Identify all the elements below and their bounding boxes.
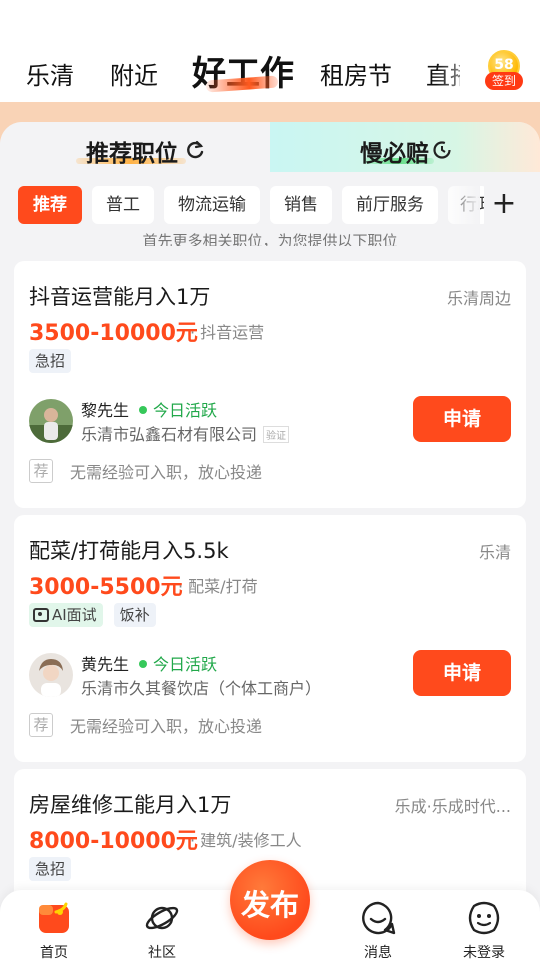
- publish-label: 发布: [240, 888, 299, 922]
- chat-icon: [362, 901, 396, 935]
- nav-messages[interactable]: 消息: [338, 890, 418, 960]
- nav-home[interactable]: 首页: [14, 890, 94, 960]
- segment-recommended-label: 推荐职位: [86, 141, 178, 167]
- nav-messages-label: 消息: [364, 945, 392, 960]
- chip-front-service[interactable]: 前厅服务: [342, 186, 438, 224]
- chip-recommended[interactable]: 推荐: [18, 186, 82, 224]
- job-card[interactable]: 配菜/打荷能月入5.5k 乐清 3000-5500元 · 配菜/打荷 AI面试 …: [14, 515, 526, 762]
- apply-button[interactable]: 申请: [413, 396, 511, 442]
- job-title: 配菜/打荷能月入5.5k: [29, 539, 229, 563]
- job-category: · 建筑/装修工人: [190, 831, 302, 850]
- planet-icon: [145, 906, 179, 930]
- profile-icon: [468, 901, 500, 935]
- nav-profile[interactable]: 未登录: [444, 890, 524, 960]
- tag-meal-allowance: 饭补: [113, 603, 156, 627]
- verify-badge: 验证: [263, 426, 290, 443]
- active-status: 今日活跃: [153, 655, 218, 674]
- signin-badge: 签到: [485, 72, 523, 90]
- contact-name: 黎先生: [81, 401, 130, 420]
- segment-control: 推荐职位 慢必赔: [0, 122, 540, 172]
- tag-ai-interview: AI面试: [29, 603, 103, 627]
- chip-logistics[interactable]: 物流运输: [164, 186, 260, 224]
- recommend-text: 无需经验可入职，放心投递: [70, 463, 263, 482]
- job-category: · 抖音运营: [190, 323, 265, 342]
- active-status: 今日活跃: [153, 401, 218, 420]
- recommend-icon: 荐: [29, 459, 53, 483]
- job-card[interactable]: 抖音运营能月入1万 乐清周边 3500-10000元 · 抖音运营 急招 黎先生…: [14, 261, 526, 508]
- tab-rental-festival[interactable]: 租房节: [320, 56, 392, 91]
- job-salary: 8000-10000元: [29, 829, 198, 854]
- tab-yueqing[interactable]: 乐清: [26, 56, 74, 91]
- nav-profile-label: 未登录: [463, 945, 505, 960]
- refresh-icon: [187, 140, 204, 159]
- tab-nearby[interactable]: 附近: [110, 56, 158, 91]
- category-chips: 推荐 普工 物流运输 销售 前厅服务 行政 +: [0, 184, 540, 228]
- job-title: 抖音运营能月入1万: [29, 285, 211, 309]
- recommend-text: 无需经验可入职，放心投递: [70, 717, 263, 736]
- job-location: 乐清周边: [446, 289, 511, 308]
- job-location: 乐清: [478, 543, 511, 562]
- recommend-icon: 荐: [29, 713, 53, 737]
- add-category-button[interactable]: +: [484, 186, 524, 224]
- job-salary: 3500-10000元: [29, 321, 198, 346]
- ai-interview-icon: [33, 608, 49, 622]
- top-header: 乐清 附近 好工作 租房节 直播 58 签到: [0, 0, 540, 102]
- chip-general-worker[interactable]: 普工: [92, 186, 154, 224]
- job-category: · 配菜/打荷: [178, 577, 258, 596]
- chip-sales[interactable]: 销售: [270, 186, 332, 224]
- job-tags: 急招: [29, 857, 77, 883]
- contact-line: 黄先生 今日活跃: [81, 651, 217, 675]
- contact-name: 黄先生: [81, 655, 130, 674]
- tag-urgent: 急招: [29, 349, 72, 373]
- active-dot-icon: [139, 406, 148, 414]
- hint-text: 首先更多相关职位，为您提供以下职位: [142, 232, 398, 246]
- company-name: 乐清市久其餐饮店（个体工商户）: [81, 679, 322, 698]
- nav-home-label: 首页: [40, 945, 68, 960]
- job-tags: 急招: [29, 349, 77, 375]
- job-tags: AI面试 饭补: [29, 603, 162, 629]
- active-dot-icon: [139, 660, 148, 668]
- company-name: 乐清市弘鑫石材有限公司: [81, 425, 258, 444]
- apply-button[interactable]: 申请: [413, 650, 511, 696]
- company-line: 乐清市弘鑫石材有限公司 验证: [81, 421, 290, 445]
- home-icon: [39, 902, 69, 933]
- job-title: 房屋维修工能月入1万: [29, 793, 232, 817]
- segment-guarantee-label: 慢必赔: [360, 141, 429, 167]
- nav-community[interactable]: 社区: [122, 890, 202, 960]
- signin-button[interactable]: 58 签到: [484, 50, 524, 90]
- clock-icon: [433, 141, 451, 159]
- avatar: [29, 399, 73, 443]
- tag-urgent: 急招: [29, 857, 72, 881]
- publish-button[interactable]: 发布: [230, 860, 310, 940]
- job-location: 乐成·乐成时代...: [394, 797, 511, 816]
- job-salary: 3000-5500元: [29, 575, 183, 600]
- nav-community-label: 社区: [148, 945, 176, 960]
- contact-line: 黎先生 今日活跃: [81, 397, 217, 421]
- avatar: [29, 653, 73, 697]
